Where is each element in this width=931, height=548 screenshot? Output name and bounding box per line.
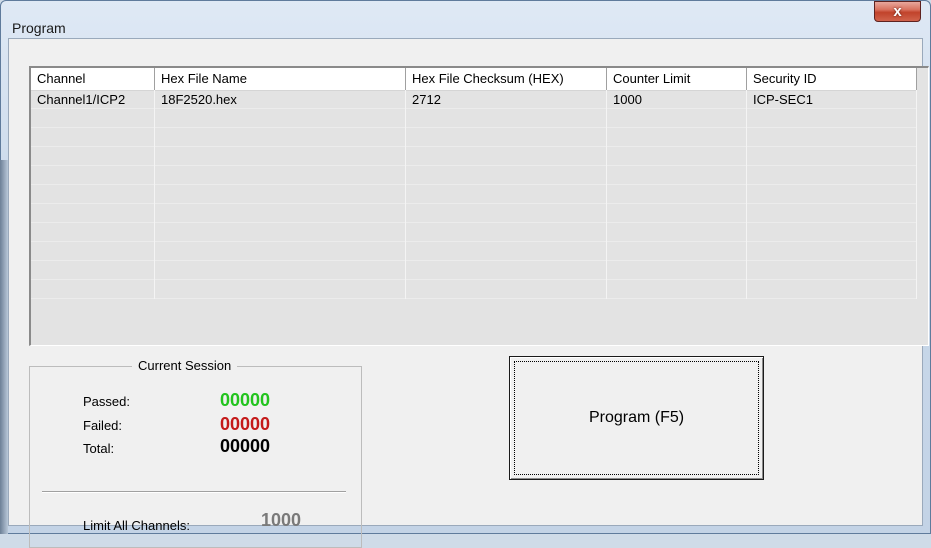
table-cell	[406, 204, 607, 223]
failed-count: 00000	[220, 414, 271, 434]
table-cell	[747, 242, 917, 261]
table-cell	[607, 261, 747, 280]
table-cell	[155, 185, 406, 204]
table-cell	[747, 185, 917, 204]
table-row[interactable]	[31, 128, 917, 147]
table-cell	[155, 242, 406, 261]
table-cell	[155, 147, 406, 166]
table-row[interactable]	[31, 109, 917, 128]
table-cell	[155, 204, 406, 223]
table-cell	[406, 147, 607, 166]
table-cell	[747, 109, 917, 128]
current-session-legend: Current Session	[132, 358, 238, 373]
table-row[interactable]	[31, 185, 917, 204]
column-header-counter-limit[interactable]: Counter Limit	[607, 68, 747, 90]
table-row[interactable]: Channel1/ICP2 18F2520.hex 2712 1000 ICP-…	[31, 90, 917, 109]
table-cell	[607, 166, 747, 185]
window-edge	[0, 160, 8, 534]
table-cell	[607, 280, 747, 299]
failed-label: Failed:	[83, 418, 123, 433]
table-row[interactable]	[31, 166, 917, 185]
table-cell	[607, 204, 747, 223]
table-cell	[406, 223, 607, 242]
cell-security-id: ICP-SEC1	[747, 90, 917, 109]
column-header-channel[interactable]: Channel	[31, 68, 155, 90]
column-header-security-id[interactable]: Security ID	[747, 68, 917, 90]
table-cell	[31, 166, 155, 185]
total-label: Total:	[83, 441, 115, 456]
column-header-hex-file-name[interactable]: Hex File Name	[155, 68, 406, 90]
table-cell	[31, 223, 155, 242]
table-cell	[31, 242, 155, 261]
table-cell	[406, 261, 607, 280]
current-session-group: Current Session Passed: 00000 Failed: 00…	[29, 358, 362, 548]
table-cell	[607, 185, 747, 204]
table-cell	[155, 109, 406, 128]
table-cell	[747, 280, 917, 299]
dialog-client-area: Channel Hex File Name Hex File Checksum …	[8, 38, 929, 548]
total-count: 00000	[220, 436, 271, 456]
table-cell	[607, 128, 747, 147]
table-cell	[406, 280, 607, 299]
table-cell	[607, 242, 747, 261]
table-row[interactable]	[31, 204, 917, 223]
table-cell	[406, 242, 607, 261]
table-cell	[31, 261, 155, 280]
close-icon: x	[893, 3, 902, 20]
table-row[interactable]	[31, 223, 917, 242]
passed-count: 00000	[220, 390, 271, 410]
table-cell	[31, 185, 155, 204]
table-row[interactable]	[31, 261, 917, 280]
table-cell	[31, 128, 155, 147]
table-cell	[31, 147, 155, 166]
table-cell	[747, 128, 917, 147]
table-cell	[747, 261, 917, 280]
window-title: Program	[12, 20, 66, 36]
table-cell	[607, 223, 747, 242]
program-button-label: Program (F5)	[588, 409, 685, 426]
table-cell	[155, 223, 406, 242]
program-button[interactable]: Program (F5)	[509, 356, 764, 480]
table-row[interactable]	[31, 147, 917, 166]
table-cell	[155, 280, 406, 299]
table-cell	[747, 147, 917, 166]
table-cell	[406, 128, 607, 147]
cell-checksum: 2712	[406, 90, 607, 109]
limit-all-channels-value: 1000	[261, 510, 302, 530]
table-cell	[31, 109, 155, 128]
table-body: Channel1/ICP2 18F2520.hex 2712 1000 ICP-…	[31, 90, 917, 299]
cell-channel: Channel1/ICP2	[31, 90, 155, 109]
table-cell	[155, 261, 406, 280]
cell-hex-file-name: 18F2520.hex	[155, 90, 406, 109]
passed-label: Passed:	[83, 394, 130, 409]
table-cell	[747, 223, 917, 242]
limit-all-channels-label: Limit All Channels:	[83, 518, 190, 533]
table-cell	[31, 280, 155, 299]
column-header-checksum[interactable]: Hex File Checksum (HEX)	[406, 68, 607, 90]
table-cell	[607, 109, 747, 128]
session-divider	[42, 491, 346, 493]
close-button[interactable]: x	[874, 1, 921, 22]
table-cell	[155, 166, 406, 185]
table-cell	[406, 166, 607, 185]
table-cell	[31, 204, 155, 223]
table-cell	[747, 204, 917, 223]
table-row[interactable]	[31, 242, 917, 261]
table-cell	[747, 166, 917, 185]
channel-table[interactable]: Channel Hex File Name Hex File Checksum …	[29, 66, 929, 346]
title-bar[interactable]: Program x	[8, 0, 923, 36]
table-row[interactable]	[31, 280, 917, 299]
table-cell	[155, 128, 406, 147]
table-header: Channel Hex File Name Hex File Checksum …	[31, 68, 917, 91]
cell-counter-limit: 1000	[607, 90, 747, 109]
table-cell	[406, 109, 607, 128]
table-cell	[406, 185, 607, 204]
table-cell	[607, 147, 747, 166]
